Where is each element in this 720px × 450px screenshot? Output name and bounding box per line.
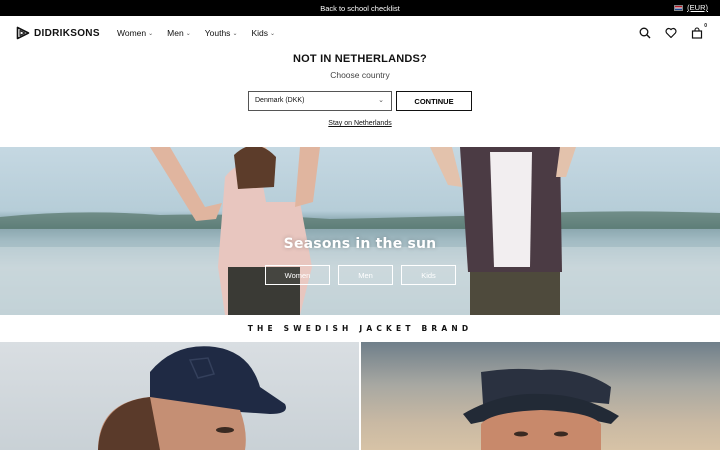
bag-icon (691, 27, 703, 39)
hero-kids-button[interactable]: Kids (401, 265, 456, 285)
hero-buttons: Women Men Kids (265, 265, 456, 285)
chevron-down-icon: ⌄ (232, 30, 238, 37)
chevron-down-icon: ⌄ (378, 97, 384, 104)
cart-button[interactable]: 0 (690, 23, 707, 40)
menu-item-kids[interactable]: Kids ⌄ (251, 28, 275, 38)
hero-women-button[interactable]: Women (265, 265, 330, 285)
country-title: NOT IN NETHERLANDS? (293, 53, 427, 65)
category-menu: Women ⌄ Men ⌄ Youths ⌄ Kids ⌄ (117, 28, 275, 38)
search-icon (639, 27, 651, 39)
main-nav: DIDRIKSONS Women ⌄ Men ⌄ Youths ⌄ Kids ⌄ (0, 16, 720, 50)
hero-image (0, 147, 720, 315)
bucket-hat-image (463, 368, 619, 450)
menu-item-youths[interactable]: Youths ⌄ (205, 28, 238, 38)
product-tile-cap[interactable] (0, 342, 359, 450)
stay-link[interactable]: Stay on Netherlands (0, 120, 720, 127)
header-actions: 0 (638, 23, 707, 40)
heart-icon (665, 27, 677, 39)
search-button[interactable] (638, 26, 652, 40)
logo-text: DIDRIKSONS (34, 27, 100, 39)
country-dropdown[interactable]: Denmark (DKK) ⌄ (248, 91, 392, 111)
menu-item-label: Kids (251, 28, 269, 38)
cart-count-badge: 0 (704, 23, 707, 29)
chevron-down-icon: ⌄ (185, 30, 191, 37)
hero-banner: Seasons in the sun Women Men Kids (0, 147, 720, 315)
menu-item-label: Men (167, 28, 184, 38)
logo[interactable]: DIDRIKSONS (16, 26, 100, 40)
menu-item-women[interactable]: Women ⌄ (117, 28, 153, 38)
continue-button[interactable]: CONTINUE (396, 91, 472, 111)
hero-title: Seasons in the sun (283, 236, 437, 252)
menu-item-label: Women (117, 28, 147, 38)
announcement-bar: Back to school checklist (EUR) (0, 0, 720, 16)
netherlands-flag-icon (674, 4, 684, 11)
currency-selector[interactable]: (EUR) (674, 3, 708, 12)
country-selector-panel: NOT IN NETHERLANDS? Choose country Denma… (0, 50, 720, 147)
didriksons-logo-icon (16, 26, 30, 40)
country-subtitle: Choose country (330, 70, 390, 80)
country-dropdown-value: Denmark (DKK) (255, 97, 305, 104)
product-tile-bucket-hat[interactable] (361, 342, 720, 450)
wishlist-button[interactable] (664, 26, 678, 40)
hero-men-button[interactable]: Men (338, 265, 393, 285)
chevron-down-icon: ⌄ (148, 30, 154, 37)
chevron-down-icon: ⌄ (270, 30, 276, 37)
currency-label: (EUR) (687, 3, 708, 12)
menu-item-label: Youths (204, 28, 231, 38)
announcement-link[interactable]: Back to school checklist (0, 4, 720, 13)
cap-image (98, 346, 286, 450)
menu-item-men[interactable]: Men ⌄ (167, 28, 191, 38)
brand-tagline: THE SWEDISH JACKET BRAND (0, 315, 720, 342)
